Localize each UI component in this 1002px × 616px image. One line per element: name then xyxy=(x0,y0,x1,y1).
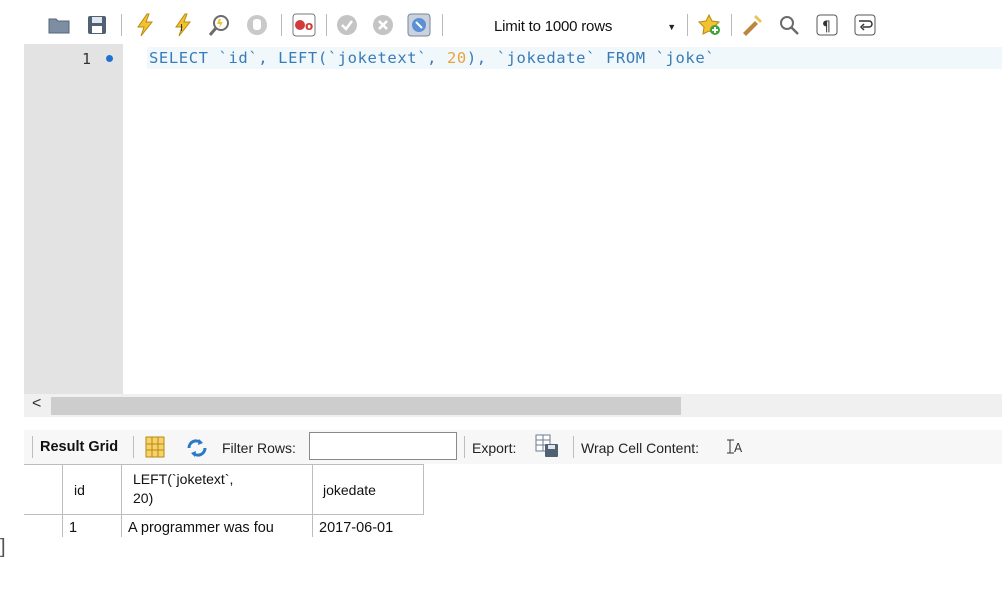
svg-text:A: A xyxy=(734,441,743,455)
commit-icon[interactable] xyxy=(334,12,360,38)
panel-edge-bracket: ] xyxy=(0,536,6,558)
column-header-id[interactable]: id xyxy=(63,464,122,515)
statement-marker-icon xyxy=(106,55,113,62)
wrap-cell-label: Wrap Cell Content: xyxy=(581,440,700,456)
column-header-left[interactable]: LEFT(`joketext`, 20) xyxy=(122,464,313,515)
cell-value: A programmer was fou xyxy=(128,520,274,536)
code-id: `id`, xyxy=(218,49,269,67)
find-icon[interactable] xyxy=(776,12,802,38)
code-number: 20 xyxy=(447,49,467,67)
export-icon[interactable] xyxy=(534,433,560,462)
toggle-error-icon[interactable]: o xyxy=(291,12,317,38)
filter-rows-label: Filter Rows: xyxy=(222,440,296,456)
line-number-gutter xyxy=(24,44,123,394)
limit-rows-select[interactable]: Limit to 1000 rows ▼ xyxy=(490,13,682,37)
export-label: Export: xyxy=(472,440,517,456)
form-editor-icon[interactable] xyxy=(145,436,165,461)
code-jokedate: `jokedate` xyxy=(496,49,597,67)
scroll-left-icon[interactable]: < xyxy=(32,395,41,413)
beautify-icon[interactable] xyxy=(739,12,765,38)
column-header-label: LEFT(`joketext`, xyxy=(133,471,234,487)
cell-value: 2017-06-01 xyxy=(319,520,394,536)
execute-current-icon[interactable]: I xyxy=(170,12,196,38)
filter-rows-input[interactable] xyxy=(309,432,457,460)
column-header-label: jokedate xyxy=(323,482,376,498)
svg-text:I: I xyxy=(180,23,183,34)
invisible-chars-icon[interactable]: ¶ xyxy=(814,12,840,38)
add-snippet-icon[interactable] xyxy=(697,12,723,38)
code-close: ), xyxy=(466,49,487,67)
keyword-select: SELECT xyxy=(149,49,209,67)
keyword-from: FROM xyxy=(605,49,646,67)
autocommit-icon[interactable] xyxy=(406,12,432,38)
result-grid-tab[interactable]: Result Grid xyxy=(40,439,118,455)
svg-text:o: o xyxy=(305,19,313,33)
result-grid-empty-area xyxy=(24,537,1002,616)
column-header-label-cont: 20) xyxy=(133,490,154,506)
sql-editor-toolbar: I o Limit to 1000 rows ▼ ¶ xyxy=(24,0,1002,44)
stop-icon[interactable] xyxy=(244,12,270,38)
open-folder-icon[interactable] xyxy=(46,12,72,38)
scrollbar-thumb[interactable] xyxy=(51,397,681,415)
explain-icon[interactable] xyxy=(207,12,233,38)
wrap-cell-icon[interactable]: A xyxy=(726,439,744,458)
cell-value: 1 xyxy=(69,520,78,536)
save-icon[interactable] xyxy=(84,12,110,38)
code-left-fn: LEFT( xyxy=(278,49,328,67)
refresh-icon[interactable] xyxy=(185,438,209,461)
wrap-lines-icon[interactable] xyxy=(852,12,878,38)
line-number: 1 xyxy=(82,50,92,68)
horizontal-scrollbar[interactable]: < xyxy=(24,394,1002,417)
code-table: `joke` xyxy=(655,49,716,67)
column-header-label: id xyxy=(74,482,85,498)
svg-text:¶: ¶ xyxy=(822,19,831,35)
sql-editor[interactable] xyxy=(123,44,1002,394)
code-joketext: `joketext`, xyxy=(327,49,438,67)
chevron-down-icon: ▼ xyxy=(667,22,676,32)
column-header-jokedate[interactable]: jokedate xyxy=(313,464,424,515)
result-toolbar: Result Grid Filter Rows: Export: Wrap Ce… xyxy=(24,430,1002,464)
execute-icon[interactable] xyxy=(132,12,158,38)
sql-code-line[interactable]: SELECT `id`, LEFT(`joketext`, 20), `joke… xyxy=(149,49,715,67)
row-header-corner xyxy=(24,464,63,515)
rollback-icon[interactable] xyxy=(370,12,396,38)
limit-rows-label: Limit to 1000 rows xyxy=(494,18,613,35)
